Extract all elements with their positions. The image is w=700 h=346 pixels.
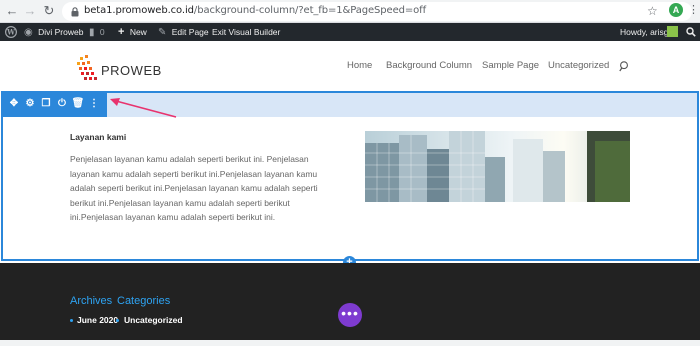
categories-heading: Categories — [117, 295, 171, 307]
power-icon[interactable]: ⏻ — [55, 97, 69, 111]
archives-heading: Archives — [70, 295, 113, 307]
profile-avatar[interactable]: A — [669, 3, 683, 17]
delete-icon[interactable]: 🗑 — [71, 97, 85, 111]
wordpress-icon[interactable]: W — [5, 26, 17, 38]
lock-icon — [71, 7, 79, 17]
menu-item-uncategorized[interactable]: Uncategorized — [548, 60, 609, 71]
comment-icon: ▮ — [89, 27, 95, 38]
annotation-arrow — [110, 98, 177, 118]
browser-toolbar: ← → ↻ beta1.promoweb.co.id/background-co… — [0, 0, 700, 23]
search-icon[interactable] — [686, 27, 696, 37]
service-description: Penjelasan layanan kamu adalah seperti b… — [70, 154, 318, 222]
page-settings-dots-button[interactable]: ••• — [338, 303, 362, 327]
svg-text:W: W — [6, 28, 15, 37]
url-path: /background-column/?et_fb=1&PageSpeed=of… — [193, 5, 427, 16]
section-settings-toolbar: ✥ ⚙ ❐ ⏻ 🗑 ⋮ — [3, 93, 107, 117]
edit-page-label: Edit Page — [171, 27, 209, 37]
archive-link[interactable]: June 2020 — [77, 315, 118, 325]
exit-builder-label: Exit Visual Builder — [212, 27, 281, 37]
site-name: Divi Proweb — [38, 27, 84, 37]
address-bar[interactable]: beta1.promoweb.co.id/background-column/?… — [62, 2, 692, 21]
comments-count: 0 — [99, 27, 105, 37]
proweb-logo-icon[interactable] — [76, 55, 98, 83]
settings-icon[interactable]: ⚙ — [23, 97, 37, 111]
user-account-link[interactable]: Howdy, arisg — [620, 23, 669, 41]
new-content-link[interactable]: + New — [118, 23, 147, 41]
wp-admin-bar: W ◉ Divi Proweb ▮ 0 + New ✎ Edit Page Ex… — [0, 23, 700, 41]
greeting: Howdy, arisg — [620, 27, 669, 37]
logo-text[interactable]: PROWEB — [101, 63, 162, 78]
menu-item-home[interactable]: Home — [347, 60, 372, 71]
category-link[interactable]: Uncategorized — [124, 315, 183, 325]
bookmark-star-icon[interactable]: ☆ — [647, 4, 658, 18]
duplicate-icon[interactable]: ❐ — [39, 97, 53, 111]
edit-page-link[interactable]: ✎ Edit Page — [158, 23, 209, 41]
back-icon[interactable]: ← — [4, 3, 20, 19]
plus-icon: + — [118, 26, 125, 38]
archive-bullet-icon — [70, 319, 73, 322]
move-icon[interactable]: ✥ — [7, 97, 21, 111]
exit-visual-builder-link[interactable]: Exit Visual Builder — [212, 23, 280, 41]
menu-item-sample-page[interactable]: Sample Page — [482, 60, 539, 71]
new-label: New — [129, 27, 147, 37]
browser-menu-icon[interactable]: ⋮ — [688, 3, 699, 16]
city-buildings-image[interactable] — [365, 131, 630, 202]
site-name-link[interactable]: ◉ Divi Proweb — [24, 23, 83, 41]
header-search-icon[interactable] — [619, 61, 629, 72]
url-text: beta1.promoweb.co.id/background-column/?… — [84, 5, 426, 16]
site-header: PROWEB Home Background Column Sample Pag… — [0, 41, 700, 91]
service-title: Layanan kami — [70, 132, 127, 142]
pencil-icon: ✎ — [158, 27, 167, 38]
menu-item-background-column[interactable]: Background Column — [386, 60, 472, 71]
category-bullet-icon — [116, 319, 119, 322]
window-bottom-strip — [0, 340, 700, 346]
user-avatar[interactable] — [667, 26, 678, 37]
comments-link[interactable]: ▮ 0 — [89, 23, 105, 41]
forward-icon[interactable]: → — [22, 3, 38, 19]
reload-icon[interactable]: ↻ — [41, 3, 57, 19]
url-host: beta1.promoweb.co.id — [84, 5, 194, 16]
more-icon[interactable]: ⋮ — [87, 97, 101, 111]
dashboard-icon: ◉ — [24, 27, 33, 38]
